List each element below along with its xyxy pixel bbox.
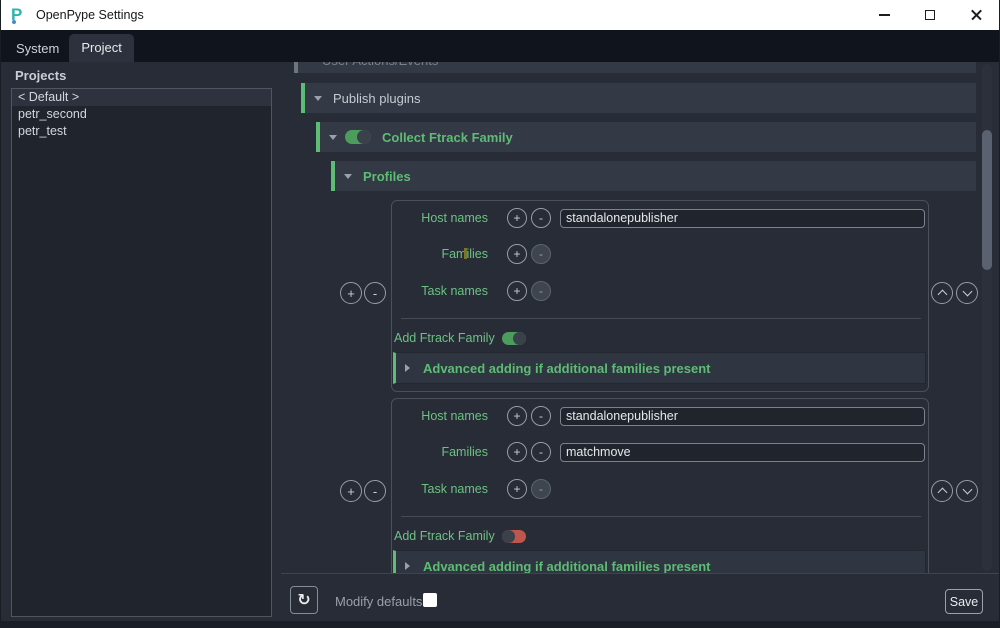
project-item-default[interactable]: < Default >: [12, 89, 271, 106]
remove-task-name-button[interactable]: -: [531, 281, 551, 301]
divider: [401, 516, 921, 517]
add-family-button[interactable]: +: [507, 244, 527, 264]
section-profiles[interactable]: Profiles: [331, 161, 976, 191]
chevron-down-icon: [962, 287, 972, 297]
add-ftrack-family-label: Add Ftrack Family: [394, 331, 495, 345]
move-profile-down-button[interactable]: [956, 282, 978, 304]
caret-down-icon: [329, 135, 337, 140]
caret-down-icon: [314, 96, 322, 101]
move-profile-up-button[interactable]: [931, 282, 953, 304]
advanced-adding-section[interactable]: Advanced adding if additional families p…: [393, 352, 926, 384]
chevron-down-icon: [962, 485, 972, 495]
settings-scroll-area: User Actions/Events Publish plugins Coll…: [281, 62, 1000, 573]
host-names-label: Host names: [392, 409, 488, 423]
add-ftrack-family-toggle[interactable]: [502, 530, 526, 543]
section-collect-ftrack-family[interactable]: Collect Ftrack Family: [316, 122, 976, 152]
add-host-name-button[interactable]: +: [507, 406, 527, 426]
section-user-actions-events[interactable]: User Actions/Events: [294, 62, 976, 73]
tab-system[interactable]: System: [6, 37, 69, 62]
divider: [401, 318, 921, 319]
caret-right-icon: [405, 364, 410, 372]
profile-item-1: Host names + - Families + - Task names +…: [391, 200, 929, 392]
scrollbar-thumb[interactable]: [982, 130, 992, 270]
footer-bar: ↻ Modify defaults Save: [281, 573, 999, 628]
save-button[interactable]: Save: [945, 589, 983, 614]
host-name-input[interactable]: [560, 407, 925, 426]
remove-family-button[interactable]: -: [531, 244, 551, 264]
body-area: Projects < Default > petr_second petr_te…: [1, 62, 999, 628]
modified-indicator: [464, 248, 467, 259]
family-input[interactable]: [560, 443, 925, 462]
add-profile-button[interactable]: +: [340, 480, 362, 502]
tab-project[interactable]: Project: [69, 34, 133, 62]
host-names-label: Host names: [392, 211, 488, 225]
caret-right-icon: [405, 562, 410, 570]
tab-bar: System Project: [1, 30, 999, 62]
window-title: OpenPype Settings: [36, 8, 144, 22]
remove-host-name-button[interactable]: -: [531, 406, 551, 426]
close-icon: [970, 9, 983, 22]
refresh-button[interactable]: ↻: [290, 586, 318, 614]
close-button[interactable]: [953, 0, 999, 30]
vertical-scrollbar[interactable]: [982, 64, 992, 571]
remove-profile-button[interactable]: -: [364, 282, 386, 304]
task-names-label: Task names: [392, 482, 488, 496]
families-label: Families: [392, 247, 488, 261]
section-publish-plugins[interactable]: Publish plugins: [301, 83, 976, 113]
titlebar: P OpenPype Settings: [1, 0, 999, 30]
modify-defaults-label: Modify defaults: [335, 594, 422, 609]
window-controls: [861, 0, 999, 30]
minimize-button[interactable]: [861, 0, 907, 30]
projects-sidebar: Projects < Default > petr_second petr_te…: [1, 62, 281, 628]
move-profile-up-button[interactable]: [931, 480, 953, 502]
chevron-up-icon: [937, 488, 947, 498]
remove-family-button[interactable]: -: [531, 442, 551, 462]
window-bottom-edge: [1, 621, 999, 628]
collect-ftrack-family-toggle[interactable]: [345, 130, 371, 144]
add-profile-button[interactable]: +: [340, 282, 362, 304]
maximize-icon: [925, 10, 935, 20]
maximize-button[interactable]: [907, 0, 953, 30]
host-name-input[interactable]: [560, 209, 925, 228]
projects-list: < Default > petr_second petr_test: [11, 88, 272, 617]
profile-item-2: Host names + - Families + - Task names +…: [391, 398, 929, 573]
project-item-petr-second[interactable]: petr_second: [12, 106, 271, 123]
add-ftrack-family-toggle[interactable]: [502, 332, 526, 345]
add-task-name-button[interactable]: +: [507, 281, 527, 301]
refresh-icon: ↻: [297, 590, 310, 609]
remove-host-name-button[interactable]: -: [531, 208, 551, 228]
chevron-up-icon: [937, 290, 947, 300]
advanced-adding-section[interactable]: Advanced adding if additional families p…: [393, 550, 926, 573]
remove-profile-button[interactable]: -: [364, 480, 386, 502]
openpype-settings-window: P OpenPype Settings System Project Proje…: [0, 0, 1000, 628]
remove-task-name-button[interactable]: -: [531, 479, 551, 499]
add-host-name-button[interactable]: +: [507, 208, 527, 228]
modify-defaults-checkbox[interactable]: [423, 593, 437, 607]
caret-down-icon: [344, 174, 352, 179]
families-label: Families: [392, 445, 488, 459]
move-profile-down-button[interactable]: [956, 480, 978, 502]
project-item-petr-test[interactable]: petr_test: [12, 123, 271, 140]
task-names-label: Task names: [392, 284, 488, 298]
add-ftrack-family-label: Add Ftrack Family: [394, 529, 495, 543]
minimize-icon: [879, 14, 890, 16]
add-task-name-button[interactable]: +: [507, 479, 527, 499]
projects-heading: Projects: [15, 68, 66, 83]
add-family-button[interactable]: +: [507, 442, 527, 462]
openpype-logo-icon: P: [11, 5, 29, 25]
